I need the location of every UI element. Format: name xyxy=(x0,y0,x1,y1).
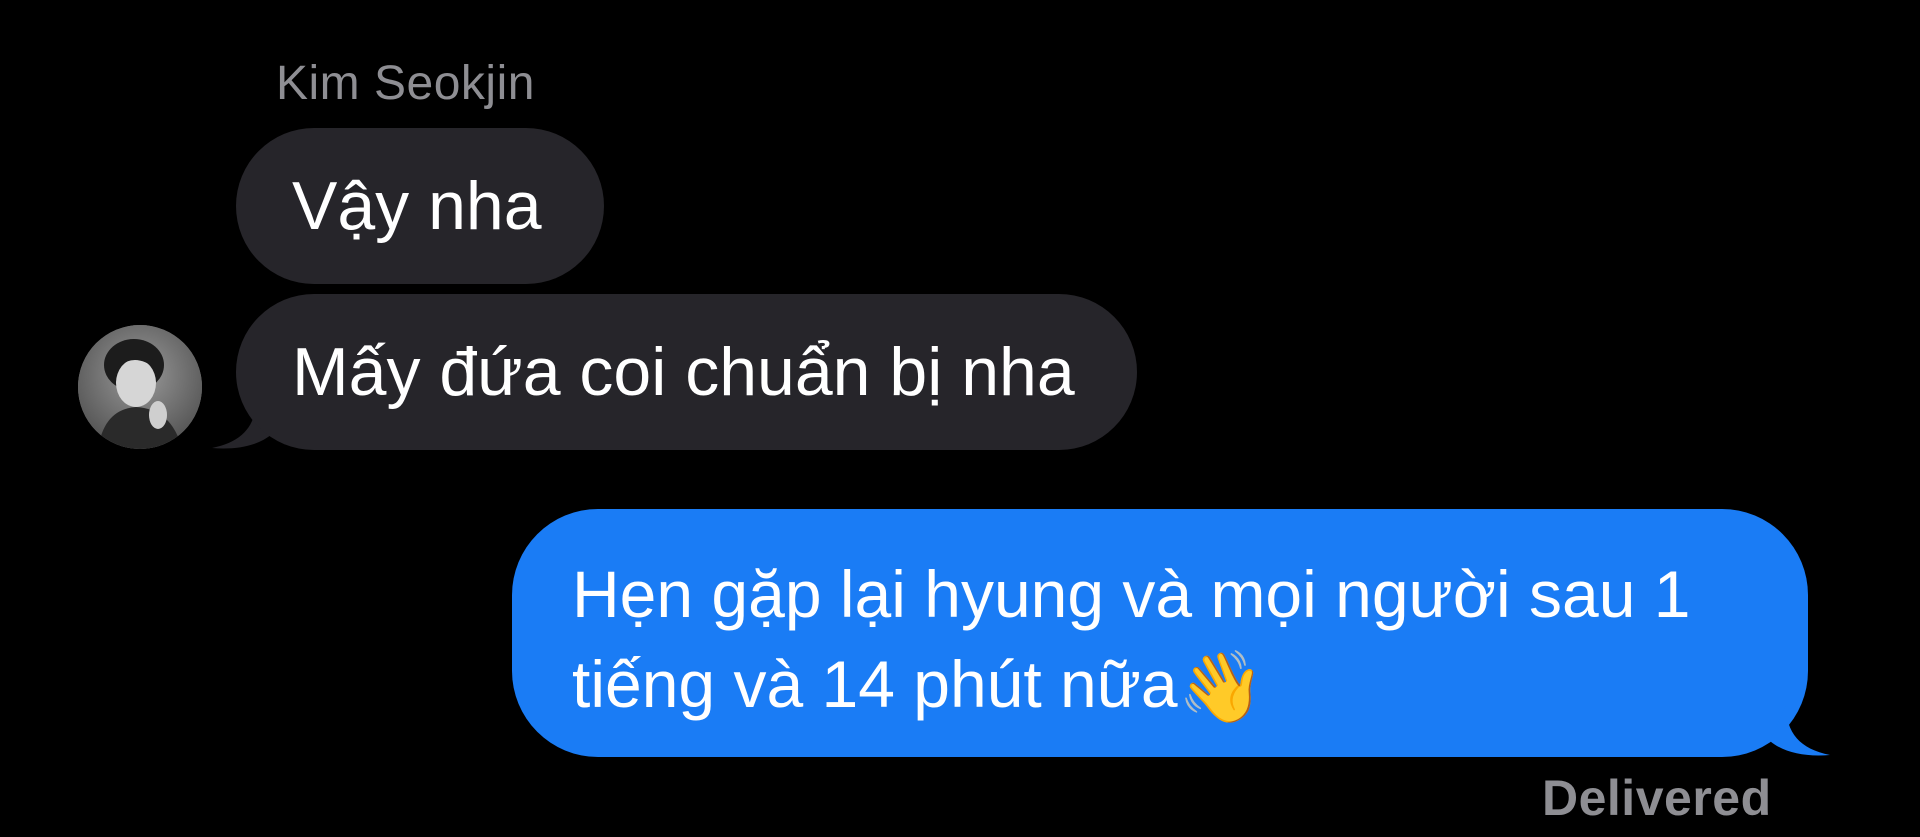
outgoing-bubble-tail xyxy=(1770,705,1830,756)
avatar-photo xyxy=(78,325,202,449)
incoming-message-bubble[interactable]: Mấy đứa coi chuẩn bị nha xyxy=(236,294,1137,450)
waving-hand-icon: 👋 xyxy=(1177,648,1265,726)
message-text: Hẹn gặp lại hyung và mọi người sau 1 tiế… xyxy=(572,557,1691,721)
incoming-message-bubble[interactable]: Vậy nha xyxy=(236,128,604,284)
delivery-status: Delivered xyxy=(1542,770,1772,826)
outgoing-message-bubble[interactable]: Hẹn gặp lại hyung và mọi người sau 1 tiế… xyxy=(512,509,1808,757)
message-text: Mấy đứa coi chuẩn bị nha xyxy=(292,334,1075,410)
contact-avatar[interactable] xyxy=(78,325,202,449)
sender-name: Kim Seokjin xyxy=(276,57,535,110)
message-text: Vậy nha xyxy=(292,168,542,244)
